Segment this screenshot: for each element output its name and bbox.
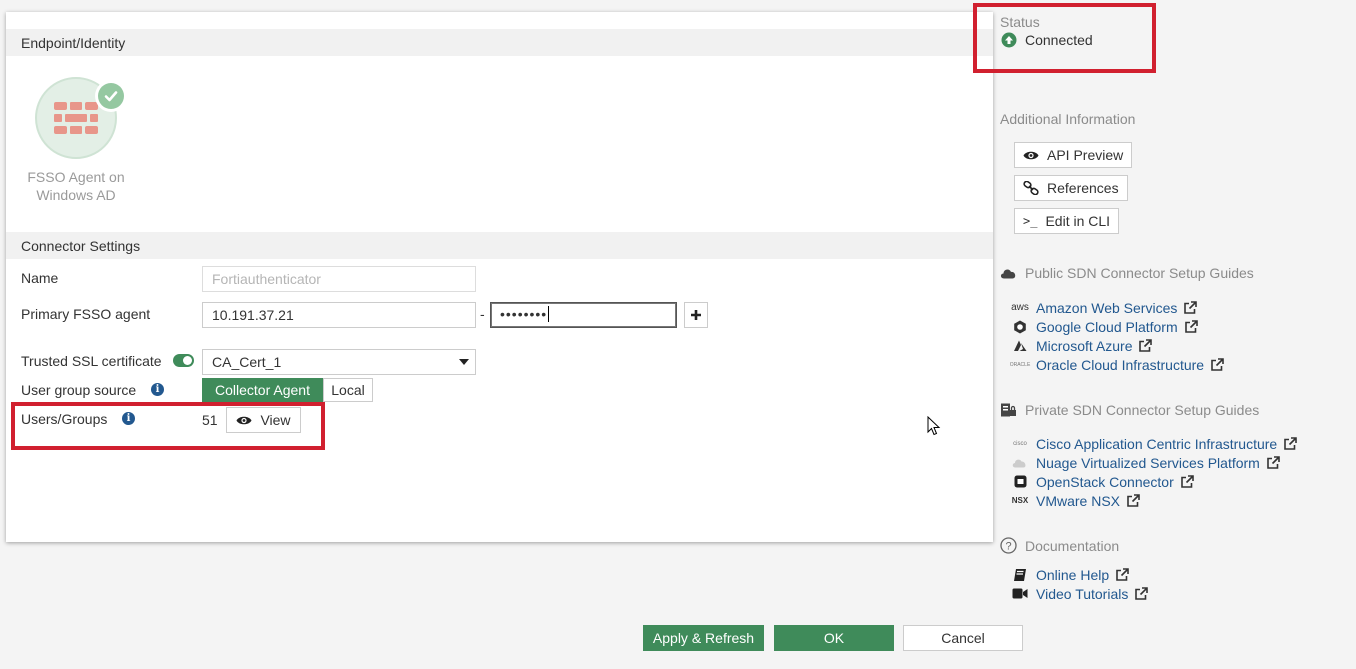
password-dots: •••••••• [500,306,548,322]
guide-link-cisco[interactable]: cisco Cisco Application Centric Infrastr… [1010,434,1298,453]
guide-link-label: Microsoft Azure [1036,337,1133,354]
name-field[interactable]: Fortiauthenticator [202,266,476,292]
references-label: References [1047,180,1119,196]
plus-icon [691,310,701,320]
book-icon [1010,568,1030,582]
guide-link-nuage[interactable]: Nuage Virtualized Services Platform [1010,453,1280,472]
external-link-icon [1138,338,1153,353]
local-option[interactable]: Local [323,378,373,402]
doc-link-online-help[interactable]: Online Help [1010,565,1129,584]
guide-link-gcp[interactable]: Google Cloud Platform [1010,317,1198,336]
api-preview-label: API Preview [1047,147,1124,163]
external-link-icon [1283,436,1298,451]
link-icon [1023,181,1039,195]
ssl-cert-value: CA_Cert_1 [212,354,282,370]
collector-agent-option[interactable]: Collector Agent [202,378,323,402]
guide-link-label: Cisco Application Centric Infrastructure [1036,435,1278,452]
public-guides-title: Public SDN Connector Setup Guides [1000,265,1254,281]
external-link-icon [1266,455,1280,470]
guide-link-label: VMware NSX [1036,492,1121,509]
connector-type-caption: FSSO Agent on Windows AD [27,169,125,203]
group-source-info-icon[interactable]: i [151,383,164,396]
external-link-icon [1134,586,1149,601]
status-value-row: Connected [1001,32,1093,48]
svg-text:?: ? [1005,541,1011,553]
doc-link-video-tutorials[interactable]: Video Tutorials [1010,584,1149,603]
endpoint-section-header: Endpoint/Identity [6,29,993,56]
private-guides-title-text: Private SDN Connector Setup Guides [1025,402,1260,418]
dropdown-caret-icon [459,359,469,365]
ssl-label: Trusted SSL certificate [21,353,162,369]
documentation-title: ? Documentation [1000,537,1119,554]
agent-separator: - [480,306,485,322]
guide-link-label: Google Cloud Platform [1036,318,1178,335]
private-guides-title: Private SDN Connector Setup Guides [1000,402,1259,418]
cancel-button[interactable]: Cancel [903,625,1023,651]
external-link-icon [1115,567,1129,582]
edit-in-cli-button[interactable]: >_ Edit in CLI [1014,208,1120,234]
references-button[interactable]: References [1014,175,1128,201]
documentation-title-text: Documentation [1025,537,1120,554]
guide-link-aws[interactable]: aws Amazon Web Services [1010,298,1198,317]
nuage-icon [1010,458,1030,468]
oracle-icon: ORACLE [1009,361,1031,368]
connector-settings-header: Connector Settings [6,232,993,259]
aws-icon: aws [1011,302,1029,313]
edit-in-cli-label: Edit in CLI [1045,213,1111,229]
doc-link-label: Online Help [1036,566,1110,583]
terminal-icon: >_ [1023,214,1038,228]
guide-link-nsx[interactable]: NSX VMware NSX [1010,491,1140,510]
server-lock-icon [1001,403,1016,417]
nsx-icon: NSX [1011,496,1029,505]
openstack-icon [1010,475,1030,488]
primary-agent-label: Primary FSSO agent [21,306,151,322]
doc-link-label: Video Tutorials [1036,585,1129,602]
video-icon [1010,588,1030,599]
guide-link-oracle[interactable]: ORACLE Oracle Cloud Infrastructure [1010,355,1224,374]
guide-link-openstack[interactable]: OpenStack Connector [1010,472,1194,491]
group-source-label: User group source [21,382,137,398]
ok-button[interactable]: OK [774,625,894,651]
guide-link-label: Amazon Web Services [1036,299,1178,316]
name-label: Name [21,270,59,286]
users-groups-highlight [11,402,325,450]
eye-icon [1023,151,1039,159]
status-value: Connected [1025,32,1093,48]
guide-link-label: Nuage Virtualized Services Platform [1036,454,1260,471]
agent-ip-input[interactable]: 10.191.37.21 [202,302,476,328]
guide-link-azure[interactable]: Microsoft Azure [1010,336,1153,355]
cloud-icon [1000,269,1016,279]
external-link-icon [1126,493,1140,508]
cisco-icon: cisco [1013,440,1027,447]
external-link-icon [1183,300,1198,315]
status-label: Status [1000,14,1040,30]
guide-link-label: OpenStack Connector [1036,473,1174,490]
endpoint-section-title: Endpoint/Identity [21,35,126,51]
connected-check-icon [95,80,127,112]
gcp-icon [1010,320,1030,334]
ssl-toggle[interactable] [173,354,194,367]
connector-panel: Endpoint/Identity FSSO Agent on Windows … [6,12,993,542]
guide-link-label: Oracle Cloud Infrastructure [1036,356,1205,373]
apply-refresh-button[interactable]: Apply & Refresh [643,625,764,651]
external-link-icon [1210,357,1224,372]
add-agent-button[interactable] [684,302,708,328]
mouse-cursor-icon [927,416,941,436]
status-up-icon [1001,32,1017,48]
api-preview-button[interactable]: API Preview [1014,142,1133,168]
external-link-icon [1180,474,1194,489]
ssl-cert-select[interactable]: CA_Cert_1 [202,349,476,375]
question-icon: ? [1000,537,1017,554]
additional-info-title: Additional Information [1000,111,1136,127]
connector-settings-title: Connector Settings [21,238,141,254]
external-link-icon [1184,319,1198,334]
agent-password-input[interactable]: •••••••• [490,302,677,328]
azure-icon [1010,340,1030,352]
public-guides-title-text: Public SDN Connector Setup Guides [1025,265,1254,281]
